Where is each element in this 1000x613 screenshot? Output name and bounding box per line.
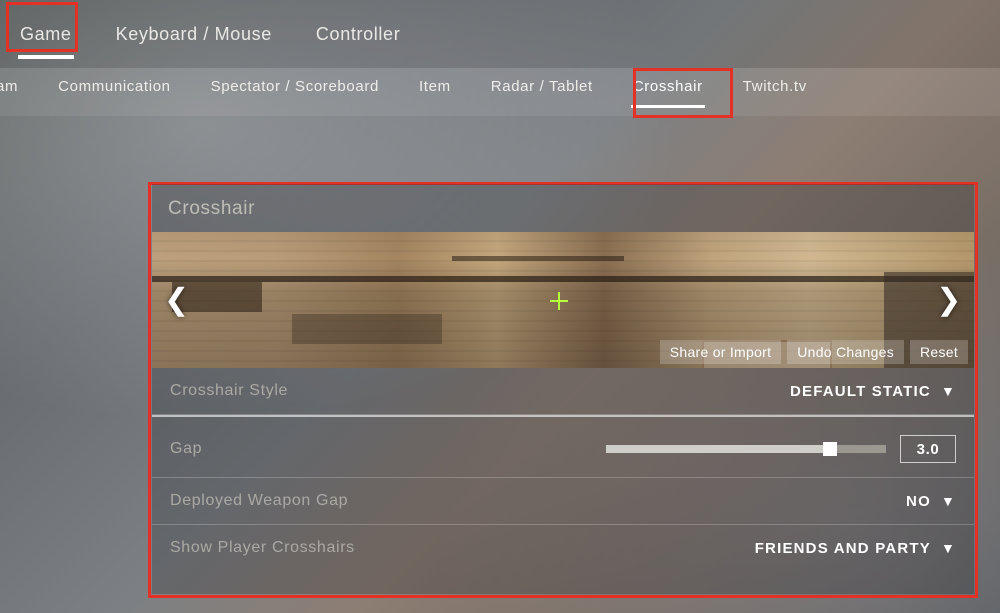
preview-prev-button[interactable]: ❮	[164, 283, 190, 318]
reset-button[interactable]: Reset	[910, 340, 968, 364]
tab-spectator-scoreboard[interactable]: Spectator / Scoreboard	[209, 78, 381, 108]
label-crosshair-style: Crosshair Style	[170, 382, 288, 400]
value-deployed-weapon-gap: NO	[906, 493, 931, 510]
secondary-tabs: am Communication Spectator / Scoreboard …	[0, 78, 809, 108]
tab-twitch[interactable]: Twitch.tv	[741, 78, 809, 108]
tab-crosshair[interactable]: Crosshair	[631, 78, 705, 108]
tab-team-partial[interactable]: am	[0, 78, 20, 108]
tab-keyboard-mouse[interactable]: Keyboard / Mouse	[114, 24, 274, 59]
tab-game[interactable]: Game	[18, 24, 74, 59]
tab-controller[interactable]: Controller	[314, 24, 402, 59]
label-gap: Gap	[170, 440, 202, 458]
crosshair-indicator	[550, 292, 568, 310]
gap-value-box[interactable]: 3.0	[900, 435, 956, 463]
tab-radar-tablet[interactable]: Radar / Tablet	[489, 78, 595, 108]
tab-communication[interactable]: Communication	[56, 78, 173, 108]
panel-title: Crosshair	[152, 198, 974, 232]
chevron-down-icon: ▼	[941, 493, 956, 509]
value-crosshair-style: DEFAULT STATIC	[790, 383, 931, 400]
preview-actions: Share or Import Undo Changes Reset	[660, 340, 968, 364]
row-gap: Gap 3.0	[152, 421, 974, 478]
chevron-down-icon: ▼	[941, 540, 956, 556]
label-show-player-crosshairs: Show Player Crosshairs	[170, 539, 355, 557]
crosshair-panel: Crosshair ❮ ❯ Share or Import Undo Chang…	[152, 184, 974, 594]
primary-tabs: Game Keyboard / Mouse Controller	[18, 24, 402, 59]
gap-slider[interactable]	[606, 445, 886, 453]
row-show-player-crosshairs[interactable]: Show Player Crosshairs FRIENDS AND PARTY…	[152, 525, 974, 571]
value-show-player-crosshairs: FRIENDS AND PARTY	[755, 540, 931, 557]
chevron-down-icon: ▼	[941, 383, 956, 399]
preview-next-button[interactable]: ❯	[936, 283, 962, 318]
row-crosshair-style[interactable]: Crosshair Style DEFAULT STATIC ▼	[152, 368, 974, 415]
crosshair-preview: ❮ ❯ Share or Import Undo Changes Reset	[152, 232, 974, 368]
row-deployed-weapon-gap[interactable]: Deployed Weapon Gap NO ▼	[152, 478, 974, 525]
share-import-button[interactable]: Share or Import	[660, 340, 781, 364]
tab-item[interactable]: Item	[417, 78, 453, 108]
undo-changes-button[interactable]: Undo Changes	[787, 340, 904, 364]
label-deployed-weapon-gap: Deployed Weapon Gap	[170, 492, 348, 510]
